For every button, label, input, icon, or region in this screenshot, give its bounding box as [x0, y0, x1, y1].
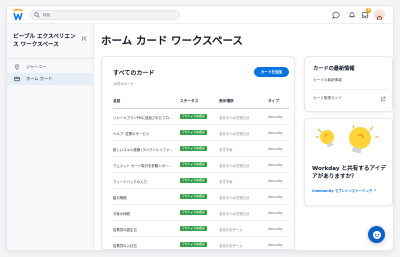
card-name[interactable]: 今後の休暇: [113, 211, 173, 216]
user-avatar-icon: [374, 13, 385, 20]
status-badge: アクティブな表示: [180, 178, 207, 183]
all-cards-panel: すべてのカード 15件のカード カードを追加 名前 ステータス 表示場所 タイプ…: [101, 56, 295, 250]
card-type: Workday: [268, 227, 283, 231]
display-location: あなたへのお知らせ: [219, 196, 250, 200]
search-icon: [34, 12, 40, 18]
card-name[interactable]: 給与明細: [113, 195, 173, 200]
status-badge: アクティブな表示: [180, 130, 207, 135]
table-row[interactable]: 従業員の入社日 アクティブな表示 あなたのチーム Workday: [113, 237, 289, 250]
display-location: あなたのチーム: [219, 244, 243, 248]
card-type: Workday: [268, 147, 283, 151]
sidebar: ピープル エクスペリエンス ワークスペース ジャーニー ホーム カード: [7, 24, 94, 250]
workday-logo[interactable]: [12, 9, 24, 21]
display-location: あなたへのお知らせ: [219, 164, 250, 168]
sidebar-item-home-cards[interactable]: ホーム カード: [7, 73, 94, 85]
card-name[interactable]: ヘルプ: 従業のサービス: [113, 131, 173, 136]
help-assistant-button[interactable]: [368, 226, 385, 243]
home-cards-icon: [14, 76, 20, 82]
bell-icon[interactable]: [348, 11, 356, 19]
table-row[interactable]: 給与明細 アクティブな表示 あなたへのお知らせ Workday: [113, 189, 289, 205]
panel-title: すべてのカード: [113, 70, 155, 77]
column-header-type[interactable]: タイプ: [268, 99, 279, 104]
collapse-sidebar-icon[interactable]: [81, 35, 88, 42]
sidebar-item-label: ジャーニー: [26, 64, 47, 69]
table-row[interactable]: ウェジット カード取引を依頼レポー... アクティブな表示 あなたへのお知らせ …: [113, 157, 289, 173]
sidebar-item-label: ホーム カード: [26, 76, 53, 81]
display-location: あなたへのお知らせ: [219, 132, 250, 136]
panel-title: カードの最新情報: [313, 66, 355, 72]
display-location: おすすめ: [219, 148, 233, 152]
table-row[interactable]: ヘルプ: 従業のサービス アクティブな表示 あなたへのお知らせ Workday: [113, 125, 289, 141]
news-link-updates[interactable]: カードの最新情報: [313, 78, 388, 87]
assistant-icon: [372, 230, 381, 239]
display-location: おすすめ: [219, 180, 233, 184]
idea-panel: Workday と共有するアイデアがありますか？ Community でブレイン…: [304, 118, 393, 206]
card-type: Workday: [268, 115, 283, 119]
sidebar-divider: [7, 58, 94, 59]
status-badge: アクティブな表示: [180, 146, 207, 151]
sidebar-item-journeys[interactable]: ジャーニー: [7, 61, 94, 73]
card-name[interactable]: 新しいスキル候補 (スペクトルリファ...: [113, 147, 173, 152]
external-link-icon[interactable]: [380, 96, 386, 102]
status-badge: アクティブな表示: [180, 194, 207, 199]
avatar[interactable]: [374, 9, 385, 20]
community-brainstorm-link[interactable]: Community でブレインストーミング ↗: [312, 188, 376, 193]
card-name[interactable]: 従業員の誕生日: [113, 227, 173, 232]
chat-icon[interactable]: [332, 11, 340, 19]
news-link-guide[interactable]: カード管理ガイド: [313, 96, 388, 105]
app-window: 3 ピープル エクスペリエンス ワークスペース ジャーニー: [7, 6, 393, 250]
card-type: Workday: [268, 163, 283, 167]
card-count: 15件のカード: [113, 82, 134, 86]
card-type: Workday: [268, 243, 283, 247]
status-badge: アクティブな表示: [180, 242, 207, 247]
card-type: Workday: [268, 211, 283, 215]
column-header-location[interactable]: 表示場所: [219, 99, 234, 104]
display-location: あなたのチーム: [219, 228, 243, 232]
idea-prompt: Workday と共有するアイデアがありますか？: [312, 166, 386, 180]
location-pin-icon: [14, 64, 20, 70]
page-title: ホーム カード ワークスペース: [101, 35, 243, 47]
status-badge: アクティブな表示: [180, 162, 207, 167]
card-updates-panel: カードの最新情報 カードの最新情報 カード管理ガイド: [304, 56, 393, 112]
status-badge: アクティブな表示: [180, 114, 207, 119]
lightbulb-illustration-icon: [316, 124, 379, 154]
search-bar[interactable]: [30, 10, 180, 20]
card-name[interactable]: フィードバックの入力: [113, 179, 173, 184]
divider: [313, 89, 388, 90]
column-header-status[interactable]: ステータス: [180, 99, 198, 104]
table-row[interactable]: フィードバックの入力 アクティブな表示 おすすめ Workday: [113, 173, 289, 189]
table-row[interactable]: リシールプランPMに追加されたプロ... アクティブな表示 あなたへのお知らせ …: [113, 109, 289, 125]
status-badge: アクティブな表示: [180, 210, 207, 215]
card-type: Workday: [268, 131, 283, 135]
display-location: あなたへのお知らせ: [219, 116, 250, 120]
card-name[interactable]: ウェジット カード取引を依頼レポー...: [113, 163, 173, 168]
table-row[interactable]: 今後の休暇 アクティブな表示 あなたへのお知らせ Workday: [113, 205, 289, 221]
table-row[interactable]: 従業員の誕生日 アクティブな表示 あなたのチーム Workday: [113, 221, 289, 237]
top-bar: 3: [7, 6, 393, 24]
search-input[interactable]: [43, 11, 173, 19]
card-type: Workday: [268, 195, 283, 199]
card-type: Workday: [268, 179, 283, 183]
column-header-name[interactable]: 名前: [113, 99, 120, 104]
sidebar-title: ピープル エクスペリエンス ワークスペース: [13, 34, 76, 48]
card-name[interactable]: リシールプランPMに追加されたプロ...: [113, 115, 173, 120]
card-name[interactable]: 従業員の入社日: [113, 243, 173, 248]
notification-badge: 3: [366, 8, 371, 13]
display-location: あなたへのお知らせ: [219, 212, 250, 216]
status-badge: アクティブな表示: [180, 226, 207, 231]
table-row[interactable]: 新しいスキル候補 (スペクトルリファ... アクティブな表示 おすすめ Work…: [113, 141, 289, 157]
add-card-button[interactable]: カードを追加: [254, 67, 289, 77]
